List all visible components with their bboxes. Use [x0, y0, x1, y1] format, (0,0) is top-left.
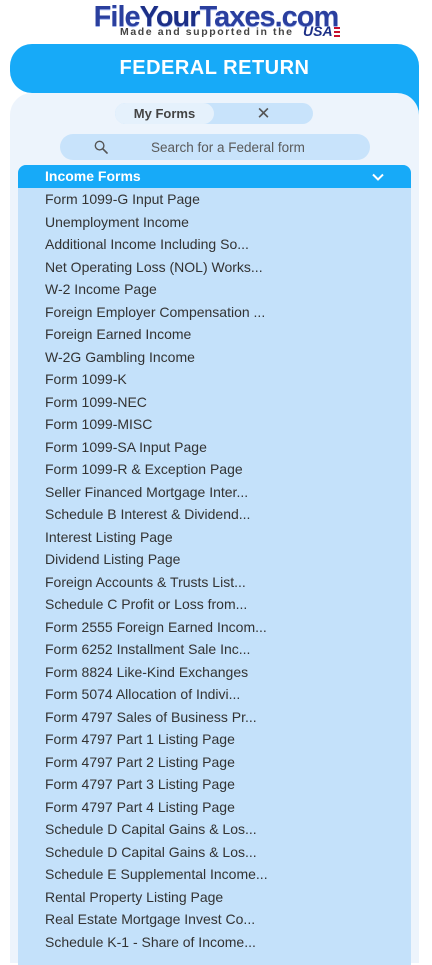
section-title: Income Forms: [45, 168, 141, 184]
forms-toggle: My Forms ✕: [115, 103, 313, 124]
flag-icon: [333, 27, 340, 37]
form-list-item[interactable]: Schedule E Supplemental Income...: [18, 863, 411, 886]
form-list-item[interactable]: Form 4797 Part 4 Listing Page: [18, 796, 411, 819]
form-list-item[interactable]: Foreign Employer Compensation ...: [18, 301, 411, 324]
form-list: Form 1099-G Input Page Unemployment Incom…: [18, 188, 411, 953]
income-forms-header[interactable]: Income Forms: [18, 165, 411, 188]
my-forms-tab[interactable]: My Forms: [115, 103, 214, 124]
form-list-item[interactable]: Schedule K-1 - Share of Income...: [18, 931, 411, 954]
form-list-item[interactable]: Form 2555 Foreign Earned Incom...: [18, 616, 411, 639]
form-list-item[interactable]: Seller Financed Mortgage Inter...: [18, 481, 411, 504]
form-list-item[interactable]: Unemployment Income: [18, 211, 411, 234]
logo-tagline: Made and supported in the: [120, 26, 294, 38]
form-list-item[interactable]: Form 4797 Part 1 Listing Page: [18, 728, 411, 751]
form-list-item[interactable]: Foreign Accounts & Trusts List...: [18, 571, 411, 594]
form-list-item[interactable]: W-2 Income Page: [18, 278, 411, 301]
page-title: FEDERAL RETURN: [119, 57, 310, 79]
chevron-down-icon: [372, 173, 384, 181]
form-list-item[interactable]: Form 1099-SA Input Page: [18, 436, 411, 459]
form-list-item[interactable]: Form 4797 Sales of Business Pr...: [18, 706, 411, 729]
form-list-item[interactable]: Form 4797 Part 3 Listing Page: [18, 773, 411, 796]
form-list-item[interactable]: Form 1099-MISC: [18, 413, 411, 436]
search-input[interactable]: [120, 134, 360, 160]
form-list-item[interactable]: Form 4797 Part 2 Listing Page: [18, 751, 411, 774]
search-bar: [60, 134, 370, 160]
federal-return-header: FEDERAL RETURN: [10, 44, 419, 93]
form-list-item[interactable]: Schedule C Profit or Loss from...: [18, 593, 411, 616]
form-list-item[interactable]: Interest Listing Page: [18, 526, 411, 549]
form-list-item[interactable]: Form 6252 Installment Sale Inc...: [18, 638, 411, 661]
form-list-item[interactable]: Dividend Listing Page: [18, 548, 411, 571]
form-list-item[interactable]: Schedule D Capital Gains & Los...: [18, 818, 411, 841]
form-list-item[interactable]: Net Operating Loss (NOL) Works...: [18, 256, 411, 279]
form-list-item[interactable]: Foreign Earned Income: [18, 323, 411, 346]
form-list-item[interactable]: Form 1099-G Input Page: [18, 188, 411, 211]
form-list-item[interactable]: Additional Income Including So...: [18, 233, 411, 256]
form-list-item[interactable]: W-2G Gambling Income: [18, 346, 411, 369]
logo-usa: USA: [303, 23, 340, 39]
form-list-item[interactable]: Form 8824 Like-Kind Exchanges: [18, 661, 411, 684]
search-icon: [94, 140, 108, 154]
form-list-item[interactable]: Rental Property Listing Page: [18, 886, 411, 909]
close-icon[interactable]: ✕: [214, 103, 313, 124]
form-list-item[interactable]: Schedule B Interest & Dividend...: [18, 503, 411, 526]
form-list-item[interactable]: Schedule D Capital Gains & Los...: [18, 841, 411, 864]
form-list-item[interactable]: Form 1099-K: [18, 368, 411, 391]
income-forms-section: Income Forms Form 1099-G Input Page Unemp…: [18, 165, 411, 965]
form-list-item[interactable]: Real Estate Mortgage Invest Co...: [18, 908, 411, 931]
form-list-item[interactable]: Form 1099-NEC: [18, 391, 411, 414]
site-logo[interactable]: FileYourTaxes.com Made and supported in …: [0, 0, 432, 44]
form-list-item[interactable]: Form 5074 Allocation of Indivi...: [18, 683, 411, 706]
form-list-item[interactable]: Form 1099-R & Exception Page: [18, 458, 411, 481]
